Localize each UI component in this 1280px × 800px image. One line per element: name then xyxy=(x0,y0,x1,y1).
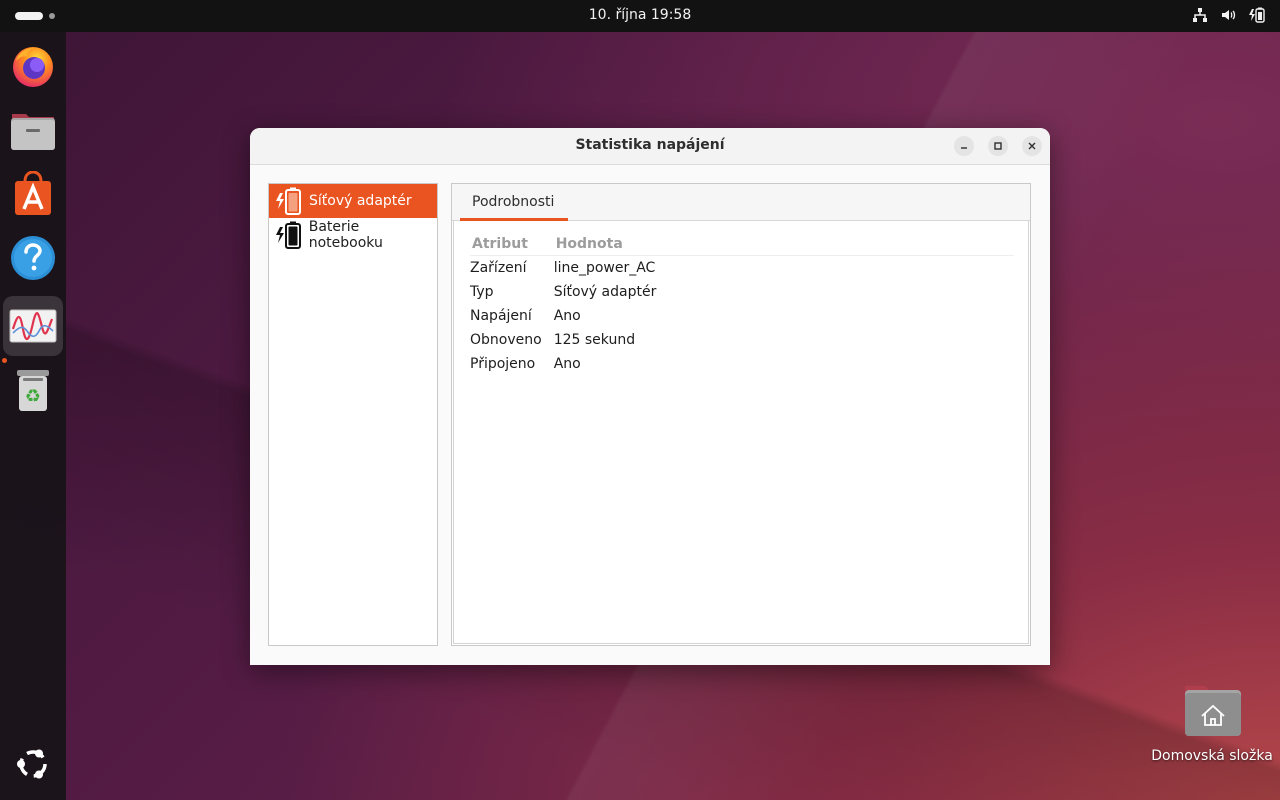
dock-power-statistics[interactable] xyxy=(3,296,63,356)
network-icon xyxy=(1193,8,1207,22)
table-row[interactable]: Obnoveno 125 sekund xyxy=(470,328,1014,352)
battery-icon xyxy=(1249,7,1265,23)
dock-show-apps[interactable] xyxy=(3,734,63,794)
power-statistics-icon xyxy=(9,309,57,343)
trash-icon: ♻ xyxy=(17,370,49,411)
app-center-icon xyxy=(15,171,51,215)
attributes-table: Atribut Hodnota Zařízení line_power_AC T… xyxy=(470,234,1014,376)
minimize-button[interactable] xyxy=(954,136,974,156)
device-label: Baterie notebooku xyxy=(308,219,383,251)
table-row[interactable]: Napájení Ano xyxy=(470,304,1014,328)
table-row[interactable]: Typ Síťový adaptér xyxy=(470,280,1014,304)
table-header-row: Atribut Hodnota xyxy=(470,234,1014,256)
power-statistics-window: Statistika napájení Síťový adaptér Bater… xyxy=(250,128,1050,665)
desktop-home-folder[interactable]: Domovská složka xyxy=(1150,682,1274,764)
device-label: Síťový adaptér xyxy=(309,193,412,209)
dock-help[interactable] xyxy=(3,228,63,288)
maximize-button[interactable] xyxy=(988,136,1008,156)
details-panel: Podrobnosti Atribut Hodnota Zařízení lin… xyxy=(451,183,1031,646)
attribute-cell: Napájení xyxy=(470,307,532,324)
attribute-cell: Obnoveno xyxy=(470,331,542,348)
maximize-icon xyxy=(994,142,1002,150)
dock-firefox[interactable] xyxy=(3,36,63,96)
home-folder-icon xyxy=(1185,686,1241,736)
help-icon xyxy=(11,236,55,280)
table-row[interactable]: Zařízení line_power_AC xyxy=(470,256,1014,281)
tab-bar: Podrobnosti xyxy=(452,184,1030,221)
dock-trash[interactable]: ♻ xyxy=(3,360,63,420)
firefox-icon xyxy=(13,47,53,87)
volume-icon xyxy=(1222,10,1236,20)
window-titlebar[interactable]: Statistika napájení xyxy=(250,128,1050,165)
attribute-cell: Typ xyxy=(470,283,494,300)
device-item-laptop-battery[interactable]: Baterie notebooku xyxy=(269,218,437,252)
battery-charging-icon xyxy=(269,220,309,250)
details-content: Atribut Hodnota Zařízení line_power_AC T… xyxy=(453,221,1029,644)
column-header-attribute[interactable]: Atribut xyxy=(470,234,554,256)
attribute-cell: Zařízení xyxy=(470,259,527,276)
minimize-icon xyxy=(961,147,967,149)
system-tray[interactable] xyxy=(1192,7,1266,23)
top-bar: 10. října 19:58 xyxy=(0,0,1280,32)
table-row[interactable]: Připojeno Ano xyxy=(470,352,1014,376)
ac-adapter-icon xyxy=(269,186,309,216)
attribute-cell: Připojeno xyxy=(470,355,536,372)
value-cell: line_power_AC xyxy=(553,259,656,276)
device-item-ac-adapter[interactable]: Síťový adaptér xyxy=(269,184,437,218)
dock: ♻ xyxy=(0,32,66,800)
close-button[interactable] xyxy=(1022,136,1042,156)
clock[interactable]: 10. října 19:58 xyxy=(0,7,1280,23)
ubuntu-logo-icon xyxy=(17,749,47,779)
value-cell: Síťový adaptér xyxy=(553,283,657,300)
files-icon xyxy=(11,114,55,150)
window-title: Statistika napájení xyxy=(575,137,725,153)
value-cell: 125 sekund xyxy=(553,331,636,348)
device-list: Síťový adaptér Baterie notebooku xyxy=(268,183,438,646)
value-cell: Ano xyxy=(553,355,581,372)
close-icon xyxy=(1028,142,1036,150)
dock-app-center[interactable] xyxy=(3,164,63,224)
dock-files[interactable] xyxy=(3,100,63,160)
svg-text:♻: ♻ xyxy=(25,386,41,407)
tab-details[interactable]: Podrobnosti xyxy=(460,184,566,220)
value-cell: Ano xyxy=(553,307,581,324)
column-header-value[interactable]: Hodnota xyxy=(553,234,1014,256)
home-folder-label: Domovská složka xyxy=(1151,748,1273,764)
